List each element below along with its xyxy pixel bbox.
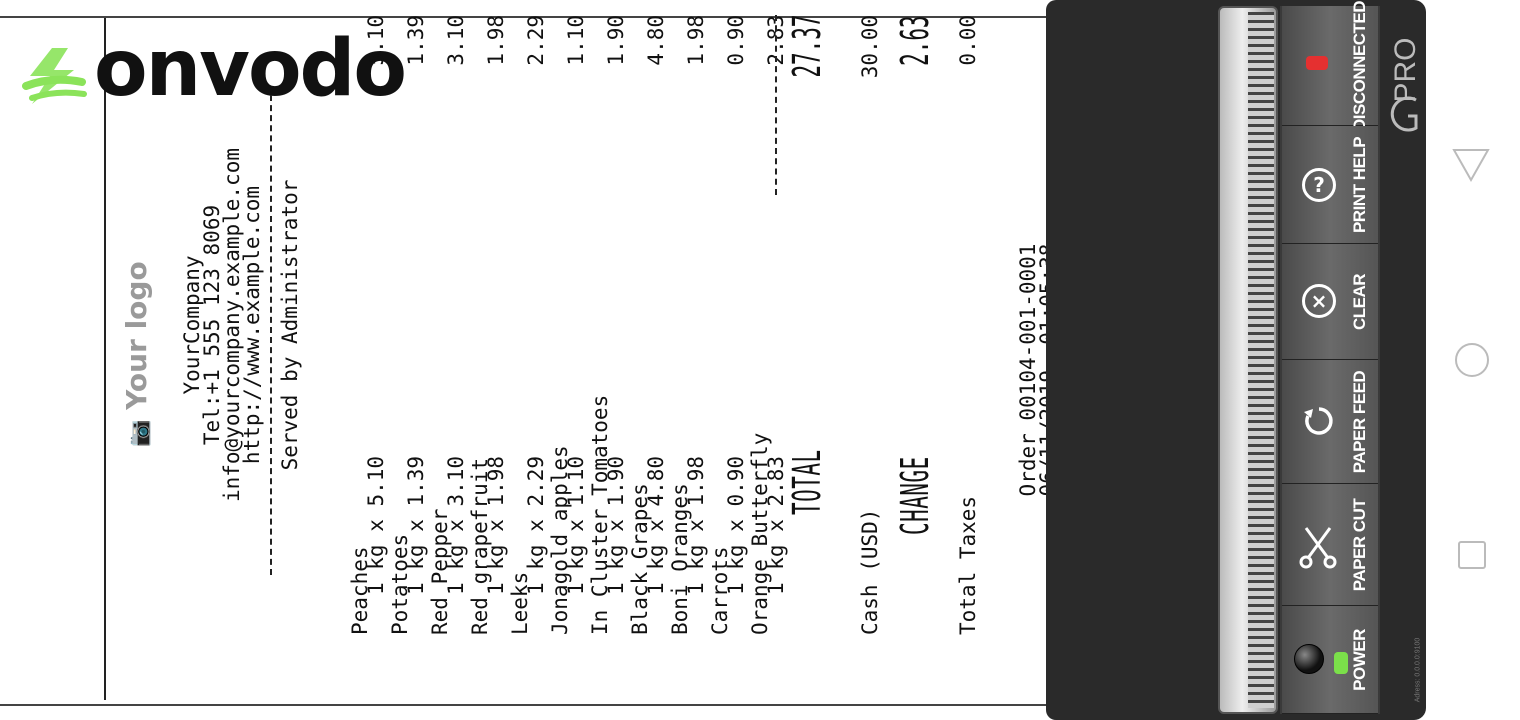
recents-icon bbox=[1458, 541, 1486, 569]
paper-feed-button[interactable]: PAPER FEED bbox=[1282, 360, 1378, 484]
item-price: 5.10 bbox=[364, 15, 388, 66]
power-button[interactable]: POWER bbox=[1282, 606, 1378, 714]
item-price: 1.98 bbox=[684, 15, 708, 66]
refresh-icon bbox=[1304, 407, 1333, 435]
company-name: YourCompany bbox=[180, 255, 204, 395]
scissors-icon bbox=[1299, 527, 1337, 569]
item-price: 1.10 bbox=[564, 15, 588, 66]
print-help-button[interactable]: ? PRINT HELP bbox=[1282, 126, 1378, 244]
paper-cut-button[interactable]: PAPER CUT bbox=[1282, 484, 1378, 606]
power-led-icon bbox=[1334, 652, 1348, 674]
order-number: Order 00104-001-0001 bbox=[1016, 243, 1040, 497]
item-price: 1.90 bbox=[604, 15, 628, 66]
item-detail: 1 kg x 1.39 bbox=[404, 455, 428, 595]
help-icon: ? bbox=[1302, 168, 1336, 202]
cutter-teeth bbox=[1248, 12, 1274, 708]
item-price: 2.29 bbox=[524, 15, 548, 66]
company-tel: Tel:+1 555 123 8069 bbox=[200, 204, 224, 446]
item-detail: 1 kg x 5.10 bbox=[364, 455, 388, 595]
change-value: 2.63 bbox=[893, 15, 937, 66]
item-detail: 1 kg x 1.90 bbox=[604, 455, 628, 595]
receipt-left-border bbox=[104, 18, 106, 700]
item-detail: 1 kg x 4.80 bbox=[644, 455, 668, 595]
lightning-icon bbox=[22, 48, 87, 104]
clear-icon: × bbox=[1302, 284, 1336, 318]
total-value: 27.37 bbox=[785, 15, 829, 78]
item-detail: 1 kg x 1.10 bbox=[564, 455, 588, 595]
power-knob-icon bbox=[1294, 644, 1324, 674]
divider bbox=[270, 95, 272, 575]
printer-address: Adress: 0.0.0.0:9100 bbox=[1414, 637, 1422, 703]
item-detail: 1 kg x 1.98 bbox=[484, 455, 508, 595]
item-price: 1.39 bbox=[404, 15, 428, 66]
connection-status: DISCONNECTED bbox=[1282, 0, 1378, 131]
your-logo-placeholder: 📷 Your logo bbox=[120, 261, 153, 447]
item-detail: 1 kg x 3.10 bbox=[444, 455, 468, 595]
change-label: CHANGE bbox=[893, 456, 937, 535]
status-led-icon bbox=[1306, 56, 1328, 70]
camera-icon: 📷 bbox=[127, 419, 152, 447]
receipt-bottom-edge bbox=[0, 704, 1048, 706]
item-detail: 1 kg x 2.29 bbox=[524, 455, 548, 595]
nav-home-button[interactable] bbox=[1440, 335, 1504, 385]
brand-logo: PRO bbox=[1384, 10, 1424, 132]
nav-back-button[interactable] bbox=[1440, 140, 1504, 190]
home-icon bbox=[1455, 343, 1489, 377]
cash-value: 30.00 bbox=[858, 15, 882, 79]
item-price: 4.80 bbox=[644, 15, 668, 66]
item-detail: 1 kg x 1.98 bbox=[684, 455, 708, 595]
total-label: TOTAL bbox=[785, 449, 829, 515]
company-email: info@yourcompany.example.com bbox=[220, 148, 244, 503]
company-website: http://www.example.com bbox=[240, 185, 264, 465]
item-detail: 1 kg x 0.90 bbox=[724, 455, 748, 595]
taxes-label: Total Taxes bbox=[956, 495, 980, 635]
item-price: 0.90 bbox=[724, 15, 748, 66]
item-detail: 1 kg x 2.83 bbox=[764, 455, 788, 595]
item-price: 1.98 bbox=[484, 15, 508, 66]
total-divider bbox=[775, 15, 777, 195]
served-by: Served by Administrator bbox=[278, 179, 302, 471]
nav-recents-button[interactable] bbox=[1440, 530, 1504, 580]
cash-label: Cash (USD) bbox=[858, 508, 882, 635]
item-price: 3.10 bbox=[444, 15, 468, 66]
clear-button[interactable]: × CLEAR bbox=[1282, 244, 1378, 360]
taxes-value: 0.00 bbox=[956, 15, 980, 66]
back-icon bbox=[1452, 149, 1490, 183]
receipt: 📷 Your logo YourCompany Tel:+1 555 123 8… bbox=[120, 15, 1020, 635]
